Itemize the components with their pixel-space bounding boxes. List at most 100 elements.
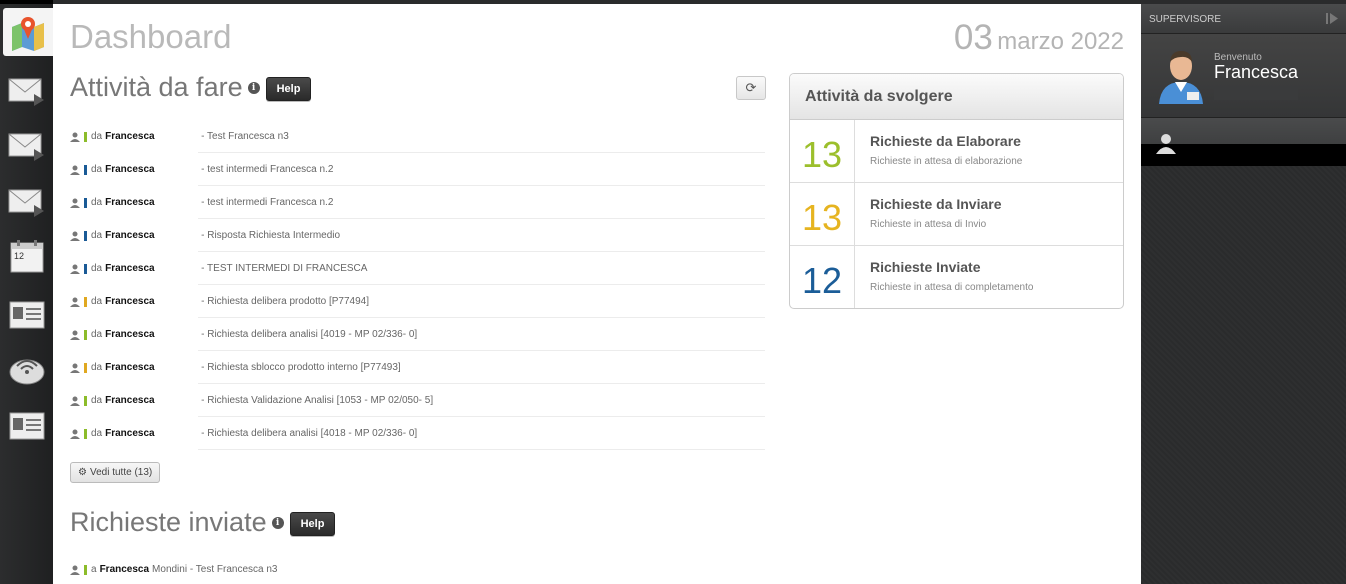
task-row[interactable]: da Francesca - Richiesta sblocco prodotto … [70, 351, 765, 384]
sender-name: Francesca [105, 329, 155, 340]
task-subject[interactable]: - Richiesta delibera analisi [4018 - MP … [201, 428, 417, 439]
sender-name: Francesca [105, 263, 155, 274]
stats-list: 13 Richieste da Elaborare Richieste in att… [790, 120, 1123, 308]
stat-label[interactable]: Richieste da Inviare [870, 196, 1002, 212]
stat-label[interactable]: Richieste Inviate [870, 259, 981, 275]
info-icon[interactable]: i [271, 517, 284, 529]
id-card-icon[interactable] [3, 290, 51, 338]
status-bar [84, 395, 87, 406]
task-subject[interactable]: - Richiesta sblocco prodotto interno [P7… [201, 362, 401, 373]
mail-icon[interactable] [3, 122, 51, 170]
stat-subtitle: Richieste in attesa di completamento [870, 282, 1034, 293]
user-subinfo [1214, 86, 1298, 100]
gear-icon: ⚙ [78, 467, 87, 478]
stat-row[interactable]: 13 Richieste da Elaborare Richieste in att… [790, 120, 1123, 183]
sent-title-text: Richieste inviate [70, 507, 267, 537]
tasks-title-text: Attività da fare [70, 72, 243, 102]
see-all-label: Vedi tutte (13) [89, 467, 153, 478]
sender-name: Francesca [105, 131, 155, 142]
recipient-name: Francesca [99, 564, 150, 575]
task-subject[interactable]: - Risposta Richiesta Intermedio [201, 230, 340, 241]
sent-help-button[interactable]: Help [289, 512, 336, 536]
from-prefix: da [91, 263, 103, 274]
from-prefix: da [91, 230, 103, 241]
user-icon [70, 198, 80, 208]
from-prefix: da [91, 395, 103, 406]
mail-icon[interactable] [3, 178, 51, 226]
from-prefix: da [91, 428, 103, 439]
sender-name: Francesca [105, 230, 155, 241]
user-icon [70, 396, 80, 406]
stat-label[interactable]: Richieste da Elaborare [870, 133, 1021, 149]
task-row[interactable]: da Francesca - Test Francesca n3 [70, 120, 765, 153]
from-prefix: da [91, 197, 103, 208]
date-month-year: marzo 2022 [997, 28, 1124, 55]
panel-title: Attività da svolgere [790, 74, 1123, 120]
status-bar [84, 263, 87, 274]
task-row[interactable]: da Francesca - test intermedi Francesca n.… [70, 186, 765, 219]
nav-rail: 12 [0, 0, 53, 584]
info-icon[interactable]: i [247, 82, 260, 94]
task-row[interactable]: da Francesca - Richiesta delibera analisi … [70, 417, 765, 450]
task-row[interactable]: da Francesca - TEST INTERMEDI DI FRANCESCA [70, 252, 765, 285]
task-row[interactable]: da Francesca - Richiesta delibera prodotto… [70, 285, 765, 318]
task-subject[interactable]: - Test Francesca n3 [201, 131, 289, 142]
sidebar-header: SUPERVISORE [1141, 4, 1346, 34]
current-date: 03 marzo 2022 [954, 18, 1124, 58]
user-icon [70, 165, 80, 175]
activity-panel: Attività da svolgere 13 Richieste da Elab… [789, 73, 1124, 309]
task-row[interactable]: da Francesca - Risposta Richiesta Intermed… [70, 219, 765, 252]
status-bar [84, 131, 87, 142]
stat-subtitle: Richieste in attesa di Invio [870, 219, 987, 230]
task-subject[interactable]: - test intermedi Francesca n.2 [201, 164, 333, 175]
task-subject[interactable]: - Richiesta delibera prodotto [P77494] [201, 296, 369, 307]
sender-name: Francesca [105, 362, 155, 373]
sidebar-tab-profile[interactable] [1141, 118, 1346, 166]
status-bar [84, 197, 87, 208]
refresh-icon: ⟳ [745, 80, 757, 95]
request-subject: Mondini - Test Francesca n3 [152, 564, 278, 575]
user-name: Francesca [1214, 62, 1299, 82]
refresh-button[interactable]: ⟳ [736, 76, 766, 100]
task-list: da Francesca - Test Francesca n3 da Francesc… [70, 120, 765, 450]
stat-row[interactable]: 13 Richieste da Inviare Richieste in attes… [790, 183, 1123, 246]
task-subject[interactable]: - test intermedi Francesca n.2 [201, 197, 333, 208]
sender-name: Francesca [105, 296, 155, 307]
tasks-help-button[interactable]: Help [265, 77, 312, 101]
stat-subtitle: Richieste in attesa di elaborazione [870, 156, 1023, 167]
stat-count: 13 [790, 183, 855, 246]
user-icon [70, 363, 80, 373]
task-row[interactable]: da Francesca - Richiesta delibera analisi … [70, 318, 765, 351]
list-item[interactable]: a Francesca Mondini - Test Francesca n3 [70, 564, 277, 575]
status-bar [84, 296, 87, 307]
task-subject[interactable]: - Richiesta Validazione Analisi [1053 - … [201, 395, 433, 406]
user-icon [70, 264, 80, 274]
map-icon[interactable] [3, 8, 53, 56]
see-all-button[interactable]: ⚙ Vedi tutte (13) [70, 462, 161, 483]
collapse-icon[interactable] [1326, 13, 1338, 24]
task-subject[interactable]: - TEST INTERMEDI DI FRANCESCA [201, 263, 367, 274]
user-icon [70, 565, 80, 575]
date-day: 03 [953, 18, 993, 57]
avatar[interactable] [1155, 48, 1207, 104]
status-bar [84, 164, 87, 175]
task-row[interactable]: da Francesca - test intermedi Francesca n.… [70, 153, 765, 186]
stat-row[interactable]: 12 Richieste Inviate Richieste in attesa d… [790, 246, 1123, 308]
calendar-icon[interactable]: 12 [3, 232, 51, 280]
user-icon [70, 330, 80, 340]
from-prefix: da [91, 362, 103, 373]
user-icon [70, 231, 80, 241]
user-sidebar: SUPERVISORE Benvenuto Francesca [1141, 4, 1346, 584]
calendar-day-text: 12 [14, 251, 24, 261]
stat-count: 12 [790, 246, 855, 308]
task-subject[interactable]: - Richiesta delibera analisi [4019 - MP … [201, 329, 417, 340]
sender-name: Francesca [105, 428, 155, 439]
task-row[interactable]: da Francesca - Richiesta Validazione Anali… [70, 384, 765, 417]
id-card-icon[interactable] [3, 401, 51, 449]
wifi-device-icon[interactable] [3, 344, 51, 392]
user-icon [1156, 134, 1176, 154]
mail-icon[interactable] [3, 67, 51, 115]
stat-count: 13 [790, 120, 855, 183]
to-prefix: a [91, 564, 97, 575]
from-prefix: da [91, 131, 103, 142]
